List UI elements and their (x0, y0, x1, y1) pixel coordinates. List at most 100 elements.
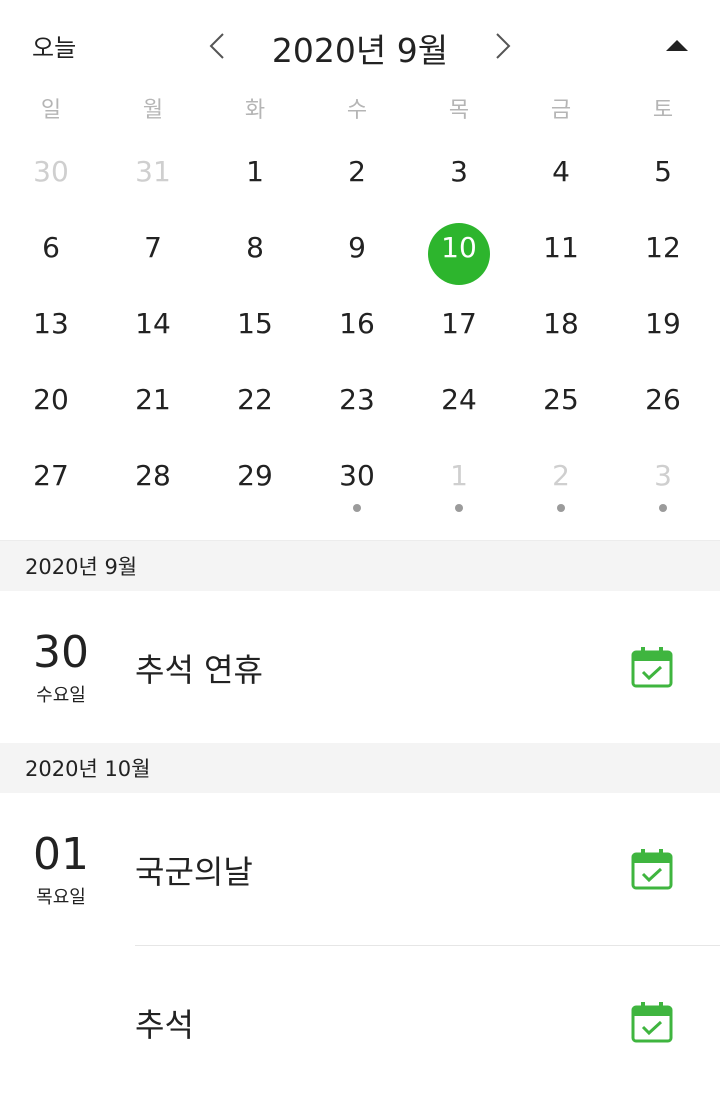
agenda-date-weekday: 수요일 (36, 685, 86, 706)
weekday-label: 수 (346, 98, 368, 123)
caret-up-icon (666, 40, 688, 51)
day-cell[interactable]: 21 (102, 368, 204, 444)
day-number: 24 (441, 383, 477, 416)
day-cell[interactable]: 26 (612, 368, 714, 444)
day-cell[interactable]: 14 (102, 292, 204, 368)
weekday-header: 일월화수목금토 (0, 92, 720, 128)
agenda-month-header: 2020년 9월 (0, 541, 720, 591)
day-number: 9 (348, 231, 366, 264)
day-cell[interactable]: 8 (204, 216, 306, 292)
day-number: 20 (33, 383, 69, 416)
day-number: 31 (135, 155, 171, 188)
day-number: 11 (543, 231, 579, 264)
calendar-check-icon (631, 647, 673, 688)
agenda-event-row[interactable]: 추석 (0, 946, 720, 1093)
agenda-day-row[interactable]: 01 목요일 국군의날 (0, 793, 720, 945)
day-cell[interactable]: 3 (612, 444, 714, 520)
day-cell[interactable]: 19 (612, 292, 714, 368)
today-button[interactable]: 오늘 (32, 28, 76, 63)
day-cell[interactable]: 12 (612, 216, 714, 292)
day-cell[interactable]: 16 (306, 292, 408, 368)
day-number: 27 (33, 459, 69, 492)
day-number: 19 (645, 307, 681, 340)
day-number: 12 (645, 231, 681, 264)
day-number: 17 (441, 307, 477, 340)
day-number: 22 (237, 383, 273, 416)
event-title[interactable]: 국군의날 (135, 847, 253, 893)
day-cell[interactable]: 23 (306, 368, 408, 444)
day-cell[interactable]: 7 (102, 216, 204, 292)
month-title[interactable]: 2020년 9월 (240, 24, 480, 72)
day-cell[interactable]: 18 (510, 292, 612, 368)
week-row: 13 14 15 16 17 18 19 (0, 292, 720, 368)
day-number: 4 (552, 155, 570, 188)
day-number: 25 (543, 383, 579, 416)
agenda-day-row[interactable]: 30 수요일 추석 연휴 (0, 591, 720, 743)
agenda-date-weekday: 목요일 (36, 887, 86, 908)
day-cell[interactable]: 15 (204, 292, 306, 368)
day-number: 21 (135, 383, 171, 416)
day-number: 26 (645, 383, 681, 416)
day-cell[interactable]: 3 (408, 140, 510, 216)
day-cell[interactable]: 27 (0, 444, 102, 520)
day-cell[interactable]: 2 (306, 140, 408, 216)
day-cell[interactable]: 28 (102, 444, 204, 520)
collapse-calendar-button[interactable] (660, 30, 694, 60)
calendar-check-icon (631, 1002, 673, 1043)
day-cell[interactable]: 1 (204, 140, 306, 216)
day-number: 1 (450, 459, 468, 492)
day-cell[interactable]: 11 (510, 216, 612, 292)
prev-month-button[interactable] (200, 26, 234, 66)
day-number: 28 (135, 459, 171, 492)
day-cell[interactable]: 2 (510, 444, 612, 520)
day-number: 29 (237, 459, 273, 492)
agenda-date-number: 30 (33, 627, 89, 678)
day-number: 18 (543, 307, 579, 340)
day-number: 10 (441, 231, 477, 264)
agenda-month-header: 2020년 10월 (0, 743, 720, 793)
week-row: 6 7 8 9 10 11 12 (0, 216, 720, 292)
day-cell[interactable]: 20 (0, 368, 102, 444)
day-cell[interactable]: 30 (0, 140, 102, 216)
weekday-label: 일 (40, 98, 62, 123)
day-number: 16 (339, 307, 375, 340)
day-cell[interactable]: 24 (408, 368, 510, 444)
day-cell[interactable]: 6 (0, 216, 102, 292)
agenda-date: 01 목요일 (20, 833, 102, 909)
chevron-right-icon (496, 33, 511, 59)
day-cell-selected[interactable]: 10 (408, 216, 510, 292)
day-number: 15 (237, 307, 273, 340)
day-cell[interactable]: 25 (510, 368, 612, 444)
day-number: 2 (348, 155, 366, 188)
weekday-label: 월 (142, 98, 164, 123)
day-cell[interactable]: 22 (204, 368, 306, 444)
day-number: 30 (33, 155, 69, 188)
day-cell[interactable]: 1 (408, 444, 510, 520)
next-month-button[interactable] (486, 26, 520, 66)
day-cell[interactable]: 17 (408, 292, 510, 368)
week-row: 30 31 1 2 3 4 5 (0, 140, 720, 216)
weekday-label: 금 (550, 98, 572, 123)
day-number: 6 (42, 231, 60, 264)
week-row: 20 21 22 23 24 25 26 (0, 368, 720, 444)
day-cell[interactable]: 31 (102, 140, 204, 216)
day-number: 23 (339, 383, 375, 416)
day-cell[interactable]: 30 (306, 444, 408, 520)
day-cell[interactable]: 13 (0, 292, 102, 368)
calendar-header: 오늘 2020년 9월 (0, 0, 720, 90)
day-number: 5 (654, 155, 672, 188)
day-number: 14 (135, 307, 171, 340)
day-cell[interactable]: 5 (612, 140, 714, 216)
event-title[interactable]: 추석 연휴 (135, 645, 263, 691)
day-number: 30 (339, 459, 375, 492)
day-number: 1 (246, 155, 264, 188)
week-row: 27 28 29 30 1 2 3 (0, 444, 720, 520)
month-grid: 30 31 1 2 3 4 5 6 7 8 9 10 11 12 13 14 15 16 17 18 19 20 21 22 2… (0, 140, 720, 520)
day-number: 2 (552, 459, 570, 492)
event-title[interactable]: 추석 (135, 1000, 194, 1046)
day-number: 7 (144, 231, 162, 264)
day-cell[interactable]: 29 (204, 444, 306, 520)
day-cell[interactable]: 9 (306, 216, 408, 292)
day-cell[interactable]: 4 (510, 140, 612, 216)
calendar-check-icon (631, 849, 673, 890)
